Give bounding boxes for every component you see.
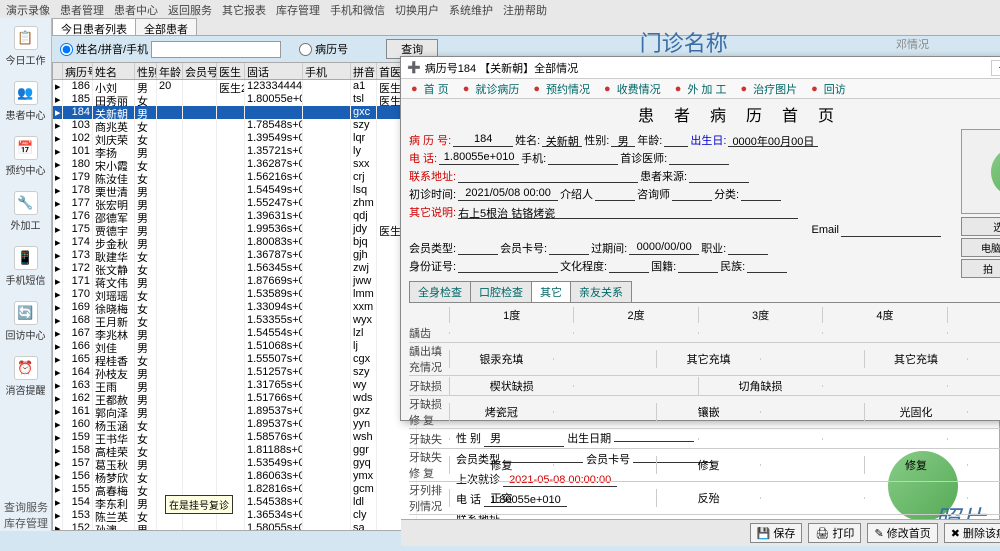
menu-item[interactable]: 其它报表	[222, 2, 266, 16]
dialog-icon: ➕	[407, 61, 421, 74]
menu-item[interactable]: 患者管理	[60, 2, 104, 16]
column-header[interactable]	[53, 63, 63, 79]
save-button[interactable]: ✎ 修改首页	[867, 523, 937, 543]
nav-icon: 📱	[14, 246, 38, 270]
column-header[interactable]: 会员号	[183, 63, 217, 79]
radio-name-label: 姓名/拼音/手机	[76, 41, 148, 57]
nav-item[interactable]: 🔄 回访中心	[6, 301, 46, 342]
dialog-tool[interactable]: ●外 加 工	[667, 81, 731, 96]
nav-item[interactable]: 📋 今日工作	[6, 26, 46, 67]
column-header[interactable]: 性别	[135, 63, 157, 79]
tab[interactable]: 全部患者	[135, 18, 197, 35]
nav-item[interactable]: ⏰ 消咨提醒	[6, 356, 46, 397]
save-button[interactable]: ✖ 删除该病人全部资料	[944, 523, 1000, 543]
exam-header: 3度	[698, 307, 822, 323]
nav-icon: ⏰	[14, 356, 38, 380]
nav-icon: 🔄	[14, 301, 38, 325]
column-header[interactable]: 医生	[217, 63, 245, 79]
take-button[interactable]: 拍	[961, 259, 1000, 278]
menu-item[interactable]: 库存管理	[276, 2, 320, 16]
exam-row: 牙缺失	[409, 429, 1000, 449]
select-photo-button[interactable]: 选取照片..	[961, 217, 1000, 236]
tooltip: 在是挂号复诊	[165, 495, 233, 514]
menu-item[interactable]: 注册帮助	[503, 2, 547, 16]
nav-icon: 📅	[14, 136, 38, 160]
dialog-header: 患 者 病 历 首 页	[401, 99, 1000, 129]
exam-row: 龋齿	[409, 323, 1000, 343]
search-name-input[interactable]	[151, 41, 281, 58]
menu-item[interactable]: 手机和微信	[330, 2, 385, 16]
nav-footer-item[interactable]: 库存管理	[0, 515, 52, 531]
nav-icon: 🔧	[14, 191, 38, 215]
nav-label: 今日工作	[6, 52, 46, 67]
menu-item[interactable]: 系统维护	[449, 2, 493, 16]
radio-name[interactable]	[60, 43, 73, 56]
exam-row: 牙缺损楔状缺损切角缺损	[409, 376, 1000, 396]
menu-item[interactable]: 患者中心	[114, 2, 158, 16]
menu-item[interactable]: 返回服务	[168, 2, 212, 16]
exam-header: 2度	[573, 307, 697, 323]
menu-item[interactable]: 切换用户	[395, 2, 439, 16]
radio-rec-label: 病历号	[315, 41, 348, 57]
dialog-tool[interactable]: ●首 页	[403, 81, 453, 96]
column-header[interactable]: 固话	[245, 63, 303, 79]
column-header[interactable]: 病历号	[63, 63, 93, 79]
exam-tab[interactable]: 全身检查	[409, 281, 471, 302]
dialog-tool[interactable]: ●就诊病历	[455, 81, 524, 96]
dialog-tool[interactable]: ●回访	[803, 81, 850, 96]
dialog-tool[interactable]: ●治疗图片	[732, 81, 801, 96]
nav-label: 回访中心	[6, 327, 46, 342]
menu-item[interactable]: 演示录像	[6, 2, 50, 16]
exam-header: 5度	[947, 307, 1000, 323]
dialog-title: 病历号184 【关新朝】全部情况	[425, 60, 578, 76]
exam-tab[interactable]: 其它	[531, 281, 571, 302]
exam-row: 牙列排列情况正突反殆	[409, 482, 1000, 515]
radio-rec[interactable]	[299, 43, 312, 56]
nav-icon: 📋	[14, 26, 38, 50]
exam-row: 牙缺损修 复烤瓷冠镶嵌光固化	[409, 396, 1000, 429]
nav-footer-item[interactable]: 查询服务	[0, 499, 52, 515]
exam-row: 龋出填充情况银汞充填其它充填其它充填	[409, 343, 1000, 376]
nav-label: 消咨提醒	[6, 382, 46, 397]
column-header[interactable]: 手机	[303, 63, 351, 79]
nav-item[interactable]: 📱 手机短信	[6, 246, 46, 287]
exam-tab[interactable]: 口腔检查	[470, 281, 532, 302]
clinic-title: 门诊名称	[640, 26, 728, 58]
save-button[interactable]: 💾 保存	[750, 523, 803, 543]
nav-icon: 👥	[14, 81, 38, 105]
nav-item[interactable]: 🔧 外加工	[11, 191, 41, 232]
column-header[interactable]: 姓名	[93, 63, 135, 79]
exam-row: 牙缺失修 复修复修复修复	[409, 449, 1000, 482]
nav-label: 手机短信	[6, 272, 46, 287]
photo-box: 照片	[961, 129, 1000, 214]
column-header[interactable]: 拼音	[351, 63, 377, 79]
column-header[interactable]: 年龄	[157, 63, 183, 79]
nav-label: 外加工	[11, 217, 41, 232]
exam-header: 4度	[822, 307, 946, 323]
patient-dialog: ➕ 病历号184 【关新朝】全部情况 — □ ✕ ●首 页●就诊病历●预约情况●…	[400, 56, 1000, 421]
nav-label: 患者中心	[6, 107, 46, 122]
exam-header: 1度	[449, 307, 573, 323]
dialog-tool[interactable]: ●收费情况	[596, 81, 665, 96]
nav-item[interactable]: 📅 预约中心	[6, 136, 46, 177]
tab[interactable]: 今日患者列表	[52, 18, 136, 35]
save-button[interactable]: 🖨 打印	[808, 523, 861, 543]
nav-item[interactable]: 👥 患者中心	[6, 81, 46, 122]
nav-label: 预约中心	[6, 162, 46, 177]
camera-button[interactable]: 电脑摄像头采集	[961, 238, 1000, 257]
exam-tab[interactable]: 亲友关系	[570, 281, 632, 302]
min-button[interactable]: —	[991, 60, 1000, 76]
dialog-tool[interactable]: ●预约情况	[525, 81, 594, 96]
